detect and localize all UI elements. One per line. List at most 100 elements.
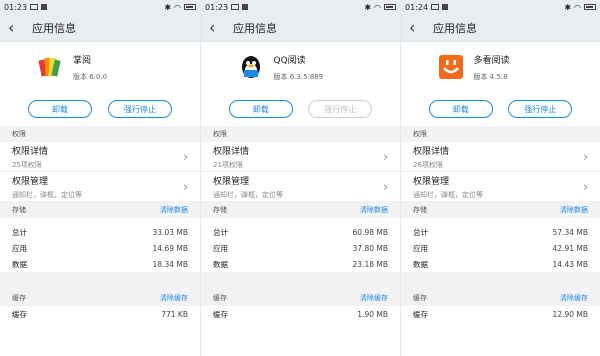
app-info-panel-duokan: 01:24 ✱ ◠ ‹ 应用信息 多看阅读 版本 4.5.8 卸载 强行停止 权…: [400, 0, 600, 356]
data-size-row: 数据 23.18 MB: [213, 259, 388, 269]
bluetooth-icon: ✱: [164, 2, 172, 12]
permission-manage-desc: 通知栏，弹框，定位等: [413, 190, 483, 199]
battery-icon: [384, 4, 396, 10]
storage-stats: 总计 33.03 MB 应用 14.69 MB 数据 18.34 MB: [0, 224, 200, 272]
chevron-right-icon: ›: [183, 149, 188, 164]
app-version: 版本 6.0.0: [73, 72, 108, 81]
total-row: 总计 57.34 MB: [413, 227, 588, 237]
chevron-right-icon: ›: [583, 149, 588, 164]
status-bar: 01:24 ✱ ◠: [401, 0, 600, 14]
app-size-row: 应用 14.69 MB: [12, 243, 188, 253]
force-stop-button[interactable]: 强行停止: [508, 100, 573, 118]
app-version: 版本 4.5.8: [473, 72, 508, 81]
cache-row: 缓存 12.90 MB: [413, 309, 588, 319]
permission-manage-row[interactable]: 权限管理 通知栏，弹框，定位等 ›: [0, 172, 200, 202]
total-row: 总计 60.98 MB: [213, 227, 388, 237]
permission-details-title: 权限详情: [12, 146, 49, 157]
permissions-section-header: 权限: [401, 126, 600, 142]
app-name: QQ阅读: [273, 55, 306, 66]
force-stop-button: 强行停止: [308, 100, 373, 118]
uninstall-button[interactable]: 卸载: [228, 100, 293, 118]
storage-section-header: 存储 清除数据: [201, 202, 400, 218]
app-info-panel-zhangyue: 01:23 ✱ ◠ ‹ 应用信息 掌阅 版本 6.0.0 卸载 强行停止 权限 …: [0, 0, 200, 356]
total-row: 总计 33.03 MB: [12, 227, 188, 237]
notification-icon: [231, 4, 240, 10]
app-name: 多看阅读: [473, 55, 510, 66]
back-arrow-icon[interactable]: ‹: [209, 19, 227, 36]
storage-stats: 总计 60.98 MB 应用 37.80 MB 数据 23.18 MB: [201, 224, 400, 272]
permission-count: 25项权限: [12, 160, 42, 169]
app-name: 掌阅: [73, 55, 92, 66]
back-arrow-icon[interactable]: ‹: [8, 19, 26, 36]
force-stop-button[interactable]: 强行停止: [108, 100, 172, 118]
permission-details-row[interactable]: 权限详情 21项权限 ›: [201, 142, 400, 172]
storage-stats: 总计 57.34 MB 应用 42.91 MB 数据 14.43 MB: [401, 224, 600, 272]
clear-cache-button[interactable]: 清除缓存: [360, 293, 388, 303]
battery-icon: [584, 4, 596, 10]
permission-manage-title: 权限管理: [413, 176, 450, 187]
uninstall-button[interactable]: 卸载: [428, 100, 493, 118]
clear-data-button[interactable]: 清除数据: [560, 205, 588, 215]
permission-count: 26项权限: [413, 160, 443, 169]
permission-details-title: 权限详情: [413, 146, 450, 157]
notification-icon: [30, 4, 39, 10]
storage-section-header: 存储 清除数据: [401, 202, 600, 218]
back-arrow-icon[interactable]: ‹: [409, 19, 427, 36]
permission-details-row[interactable]: 权限详情 25项权限 ›: [0, 142, 200, 172]
books-stack-icon: [37, 54, 63, 80]
app-notification-icon: [242, 4, 249, 10]
permission-manage-title: 权限管理: [12, 176, 49, 187]
clear-cache-button[interactable]: 清除缓存: [560, 293, 588, 303]
uninstall-button[interactable]: 卸载: [28, 100, 92, 118]
app-info-panel-qqreader: 01:23 ✱ ◠ ‹ 应用信息 QQ阅读 版本 6.3.5.889 卸载 强行…: [200, 0, 400, 356]
action-buttons: 卸载 强行停止: [201, 92, 400, 126]
app-header: QQ阅读 版本 6.3.5.889: [201, 42, 400, 92]
smile-face-icon: [438, 54, 464, 80]
app-version: 版本 6.3.5.889: [273, 72, 324, 81]
status-time: 01:23: [205, 2, 229, 12]
title-bar: ‹ 应用信息: [0, 14, 200, 42]
title-bar: ‹ 应用信息: [401, 14, 600, 42]
cache-section-header: 缓存 清除缓存: [401, 290, 600, 306]
permission-manage-row[interactable]: 权限管理 通知栏，弹框，定位等 ›: [201, 172, 400, 202]
action-buttons: 卸载 强行停止: [0, 92, 200, 126]
chevron-right-icon: ›: [383, 179, 388, 194]
bluetooth-icon: ✱: [564, 2, 572, 12]
notification-icon: [431, 4, 440, 10]
bluetooth-icon: ✱: [364, 2, 372, 12]
app-notification-icon: [442, 4, 449, 10]
action-buttons: 卸载 强行停止: [401, 92, 600, 126]
data-size-row: 数据 18.34 MB: [12, 259, 188, 269]
qq-penguin-icon: [238, 54, 264, 80]
wifi-icon: ◠: [174, 2, 181, 12]
permission-manage-desc: 通知栏，弹框，定位等: [12, 190, 82, 199]
wifi-icon: ◠: [574, 2, 581, 12]
clear-data-button[interactable]: 清除数据: [360, 205, 388, 215]
clear-cache-button[interactable]: 清除缓存: [160, 293, 188, 303]
chevron-right-icon: ›: [583, 179, 588, 194]
cache-row: 缓存 1.90 MB: [213, 309, 388, 319]
cache-row: 缓存 771 KB: [12, 309, 188, 319]
permission-manage-title: 权限管理: [213, 176, 250, 187]
permissions-section-header: 权限: [0, 126, 200, 142]
permission-details-row[interactable]: 权限详情 26项权限 ›: [401, 142, 600, 172]
clear-data-button[interactable]: 清除数据: [160, 205, 188, 215]
status-time: 01:23: [4, 2, 28, 12]
cache-section-header: 缓存 清除缓存: [201, 290, 400, 306]
status-bar: 01:23 ✱ ◠: [201, 0, 400, 14]
storage-section-header: 存储 清除数据: [0, 202, 200, 218]
app-size-row: 应用 37.80 MB: [213, 243, 388, 253]
app-notification-icon: [41, 4, 48, 10]
cache-section-header: 缓存 清除缓存: [0, 290, 200, 306]
page-title: 应用信息: [32, 21, 76, 35]
data-size-row: 数据 14.43 MB: [413, 259, 588, 269]
screens-row: 01:23 ✱ ◠ ‹ 应用信息 掌阅 版本 6.0.0 卸载 强行停止 权限 …: [0, 0, 600, 356]
chevron-right-icon: ›: [383, 149, 388, 164]
permission-details-title: 权限详情: [213, 146, 250, 157]
status-bar: 01:23 ✱ ◠: [0, 0, 200, 14]
permission-manage-desc: 通知栏，弹框，定位等: [213, 190, 283, 199]
page-title: 应用信息: [433, 21, 477, 35]
status-time: 01:24: [405, 2, 429, 12]
title-bar: ‹ 应用信息: [201, 14, 400, 42]
permission-manage-row[interactable]: 权限管理 通知栏，弹框，定位等 ›: [401, 172, 600, 202]
